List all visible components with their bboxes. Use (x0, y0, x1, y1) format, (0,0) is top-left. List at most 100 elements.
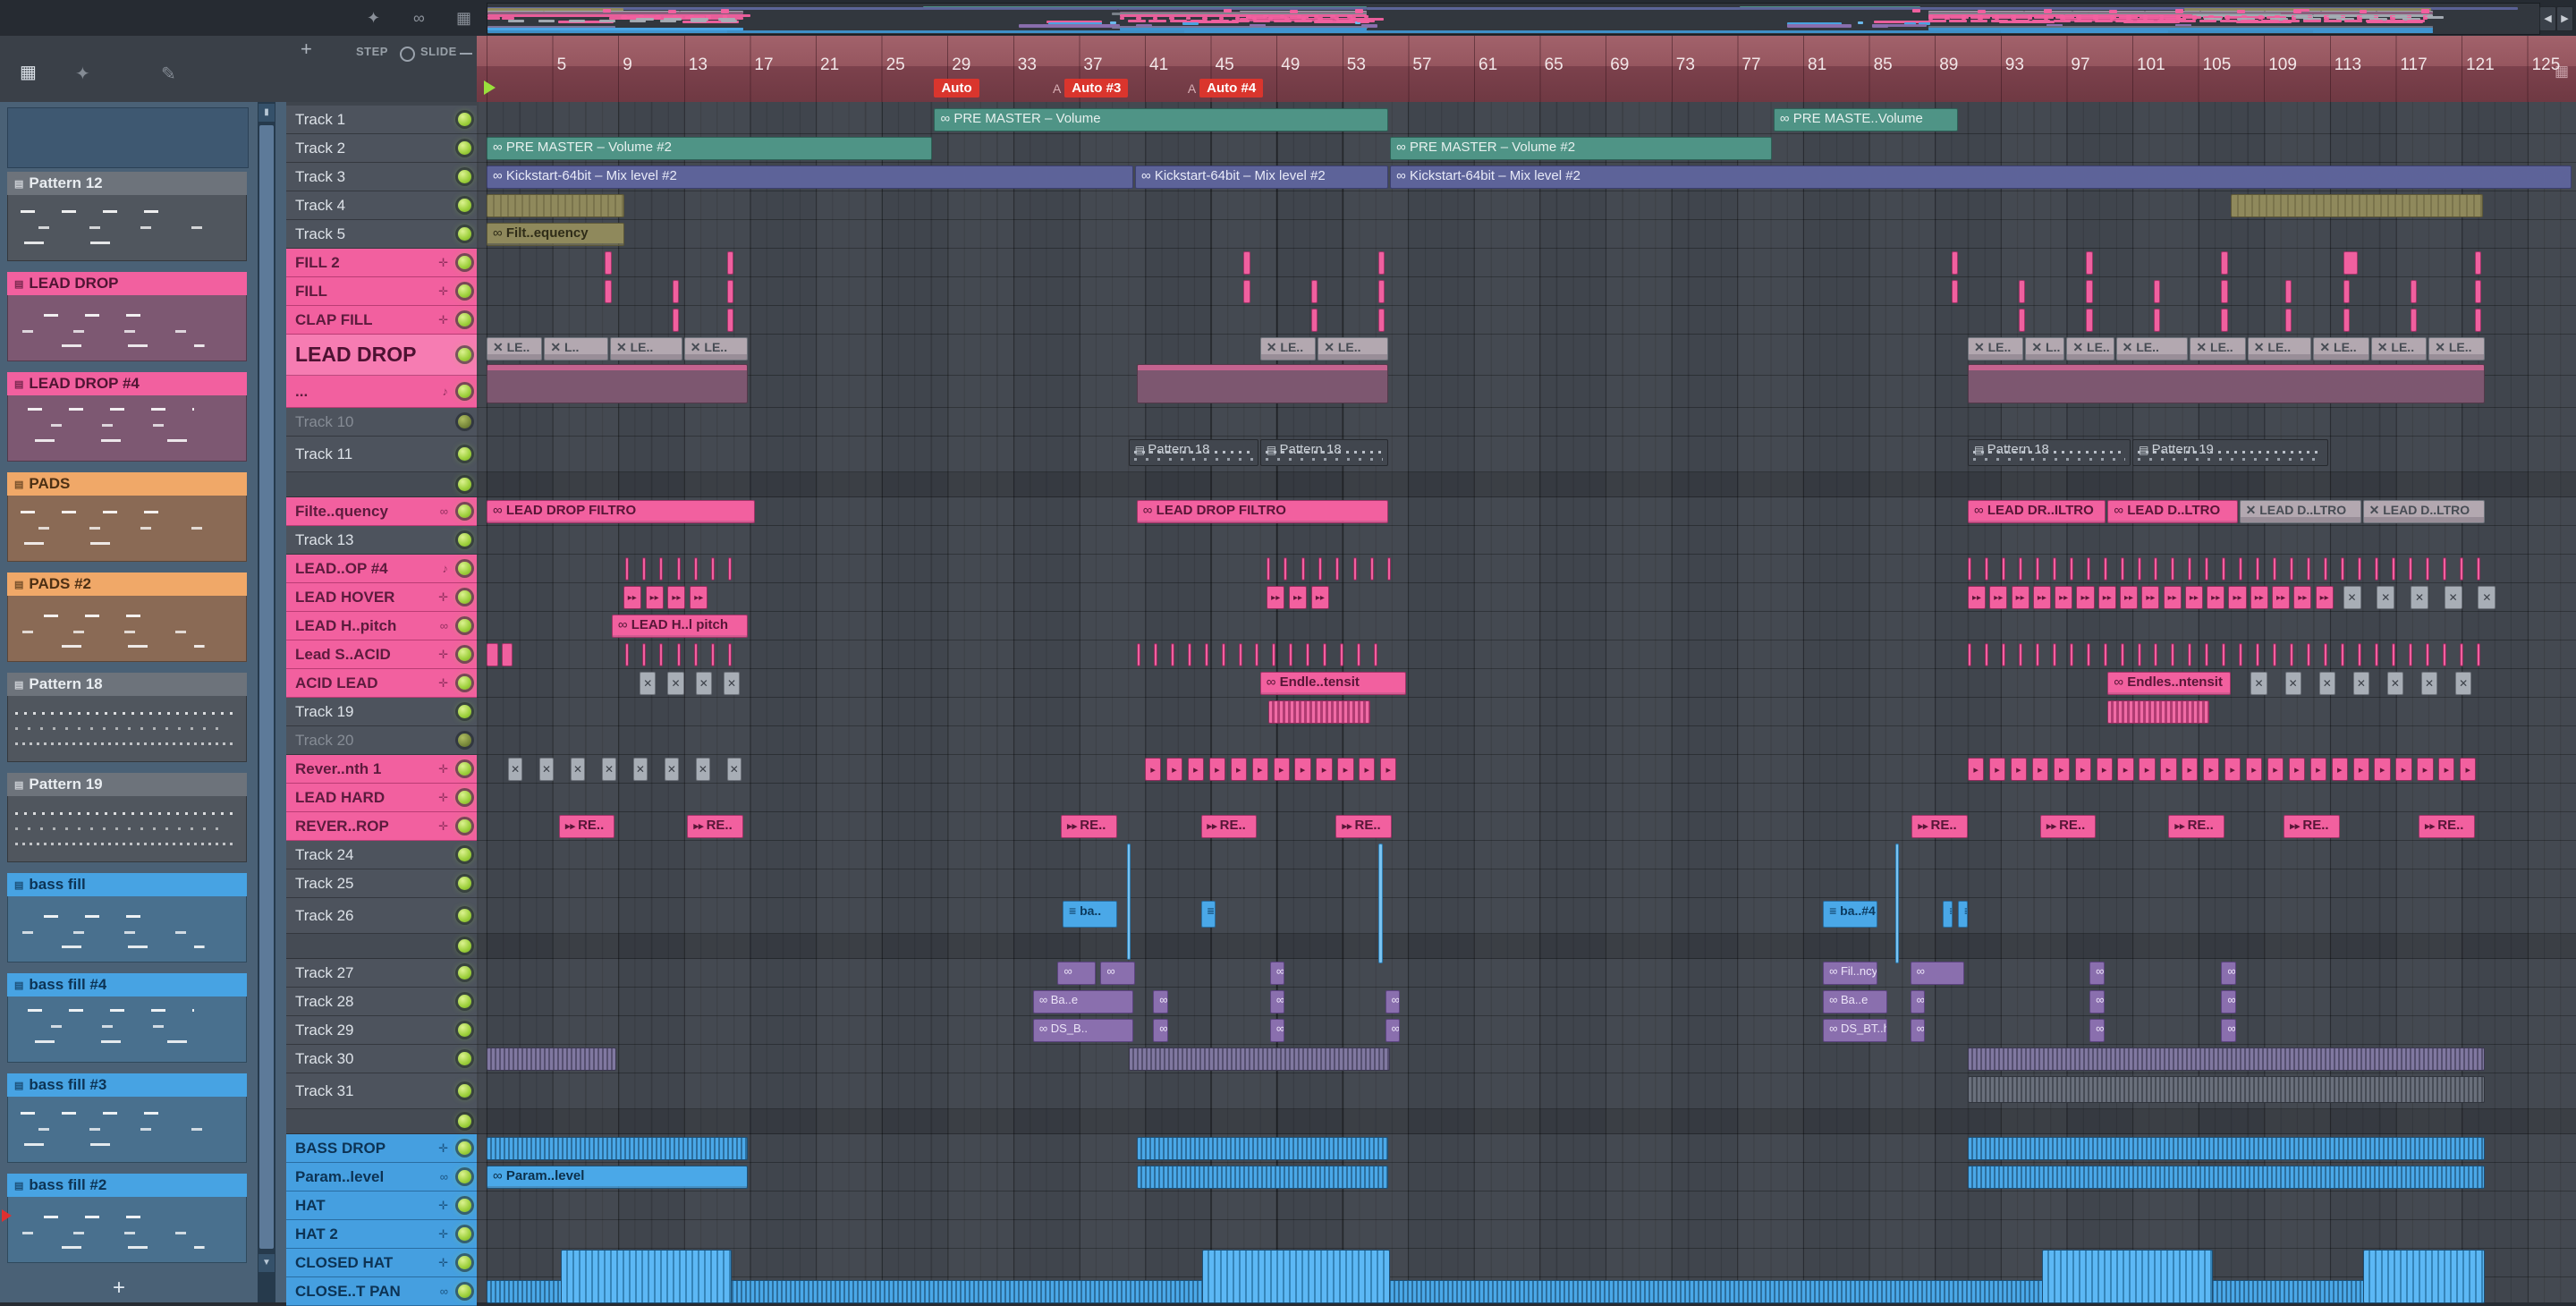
move-icon[interactable]: ✛ (438, 284, 448, 299)
clip-tick[interactable] (711, 557, 716, 581)
clip-tick[interactable] (2256, 643, 2260, 666)
clip-fill[interactable] (2343, 280, 2350, 303)
track-row-lead-hover[interactable]: LEAD HOVER ✛ (286, 583, 477, 612)
track-mute-led[interactable] (458, 1199, 471, 1212)
track-mute-led[interactable] (458, 348, 471, 361)
track-mute-led[interactable] (458, 648, 471, 661)
clip-bluep[interactable] (1957, 901, 1968, 928)
track-row-track-26[interactable]: Track 26 (286, 898, 477, 934)
clip-bigblue[interactable] (2362, 1250, 2485, 1303)
clip-tick[interactable] (693, 643, 698, 666)
clip-re[interactable]: RE.. (2039, 815, 2097, 838)
clip-tick[interactable] (676, 643, 681, 666)
clip-tick[interactable] (1323, 643, 1327, 666)
clip-ff[interactable] (2055, 586, 2073, 609)
clip-sB[interactable] (1136, 1137, 1389, 1160)
clip-tick[interactable] (1284, 557, 1288, 581)
clip-tick[interactable] (1301, 557, 1305, 581)
clip-purpsm[interactable] (1057, 962, 1096, 985)
track-mute-led[interactable] (458, 1256, 471, 1269)
clip-fill[interactable] (726, 309, 733, 332)
clip-tick[interactable] (2307, 557, 2311, 581)
clip-tick[interactable] (641, 557, 646, 581)
clip-fill[interactable] (2086, 309, 2093, 332)
clip-tick[interactable] (2374, 643, 2378, 666)
track-mute-led[interactable] (458, 141, 471, 155)
track-row-track-27[interactable]: Track 27 (286, 959, 477, 988)
clip-mutedx[interactable] (2410, 586, 2429, 609)
clip-lead-d-ltro[interactable]: LEAD D..LTRO (2107, 500, 2238, 523)
clip-fill[interactable] (2343, 251, 2358, 275)
track-mute-led[interactable] (458, 676, 471, 690)
clip-fill[interactable] (2153, 280, 2161, 303)
clip-tick[interactable] (1968, 643, 1971, 666)
clip-ff[interactable] (623, 586, 641, 609)
clip-tick[interactable] (2476, 557, 2480, 581)
track-row-track-1[interactable]: Track 1 (286, 106, 477, 134)
clip-tick[interactable] (2256, 557, 2260, 581)
clip-tick[interactable] (676, 557, 681, 581)
clip-ds-bt-h[interactable]: DS_BT..h (1823, 1019, 1887, 1042)
clip-ff[interactable] (667, 586, 686, 609)
track-mute-led[interactable] (458, 533, 471, 547)
clip-sD[interactable] (1968, 1076, 2485, 1103)
track-row-track-20[interactable]: Track 20 (286, 726, 477, 755)
track-row-closed-hat[interactable]: CLOSED HAT ✛ (286, 1249, 477, 1277)
track-mute-led[interactable] (458, 619, 471, 632)
clip-re[interactable]: RE.. (2419, 815, 2475, 838)
clip-tick[interactable] (2018, 557, 2022, 581)
clip-tick[interactable] (1357, 643, 1361, 666)
link-icon[interactable]: ∞ (440, 1170, 448, 1183)
track-mute-led[interactable] (458, 562, 471, 575)
clip-tick[interactable] (2069, 557, 2073, 581)
clip-le[interactable]: LE.. (610, 337, 682, 360)
clip-mauve[interactable] (1968, 364, 2485, 403)
clip-ff[interactable] (1310, 586, 1329, 609)
clip-fill[interactable] (726, 251, 733, 275)
track-mute-led[interactable] (458, 1170, 471, 1183)
clip-ff[interactable] (2207, 586, 2225, 609)
track-row-track-25[interactable]: Track 25 (286, 869, 477, 898)
clip-le[interactable]: LE.. (2115, 337, 2189, 360)
clip-ff[interactable] (2293, 586, 2312, 609)
clip-tick[interactable] (2188, 557, 2192, 581)
clip-kickstart-64bit-mix-level-2[interactable]: Kickstart-64bit – Mix level #2 (487, 165, 1133, 189)
clip-ff[interactable] (2097, 586, 2116, 609)
clip-purpsm[interactable] (2089, 1019, 2105, 1042)
clip-bluep[interactable] (1200, 901, 1216, 928)
clip-ba-e[interactable]: Ba..e (1823, 990, 1887, 1013)
clip-ff1[interactable] (2352, 758, 2369, 781)
clip-mutedx[interactable] (667, 672, 684, 695)
track-mute-led[interactable] (458, 1052, 471, 1065)
clip-ff1[interactable] (1337, 758, 1354, 781)
track-row-bass-drop[interactable]: BASS DROP ✛ (286, 1134, 477, 1163)
clip-tick[interactable] (1289, 643, 1293, 666)
clip-ff[interactable] (2315, 586, 2334, 609)
clip-tick[interactable] (2476, 643, 2480, 666)
clip-fill[interactable] (1951, 280, 1958, 303)
clip-fill[interactable] (2410, 280, 2418, 303)
clip-pstripe[interactable] (2107, 700, 2210, 724)
clip-tick[interactable] (2374, 557, 2378, 581)
track-mute-led[interactable] (458, 385, 471, 398)
clip-endle-tensit[interactable]: Endle..tensit (1259, 672, 1407, 695)
clip-fill[interactable] (1378, 251, 1385, 275)
clip-le[interactable]: LE.. (683, 337, 749, 360)
clip-fill[interactable] (1243, 280, 1250, 303)
clip-tick[interactable] (2205, 643, 2209, 666)
move-icon[interactable]: ✛ (438, 819, 448, 834)
clip-le[interactable]: LE.. (1318, 337, 1389, 360)
track-row-track-2[interactable]: Track 2 (286, 134, 477, 163)
clip-mutedx[interactable] (2318, 672, 2335, 695)
clip-sB[interactable] (1968, 1137, 2485, 1160)
clip-ff1[interactable] (2160, 758, 2177, 781)
clip-mutedx[interactable] (2478, 586, 2496, 609)
track-mute-led[interactable] (458, 227, 471, 241)
clip-lead-drop-filtro[interactable]: LEAD DROP FILTRO (487, 500, 755, 523)
clip-purpsm[interactable] (2221, 962, 2236, 985)
clip-purpsm[interactable] (2089, 962, 2105, 985)
track-row-blank[interactable]: ... ♪ (286, 376, 477, 408)
clip-tick[interactable] (2408, 643, 2412, 666)
clip-ff1[interactable] (2460, 758, 2477, 781)
track-row-lead-op-4[interactable]: LEAD..OP #4 ♪ (286, 555, 477, 583)
